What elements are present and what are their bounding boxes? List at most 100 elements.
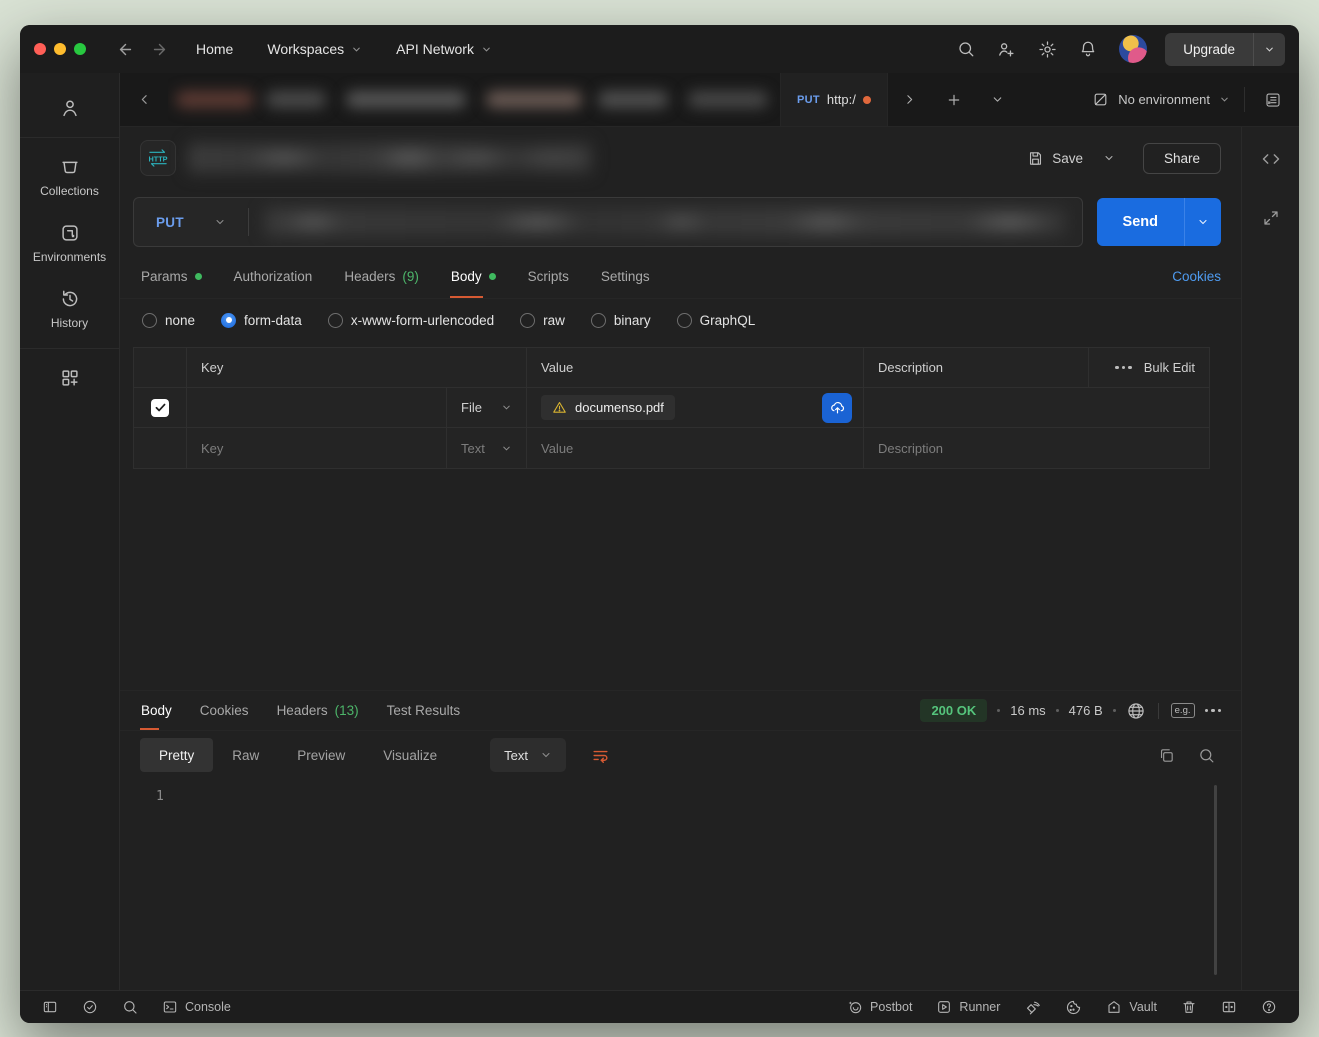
send-options-chevron-icon[interactable]: [1184, 198, 1221, 246]
blurred-request-name[interactable]: [188, 143, 591, 173]
forward-icon[interactable]: [142, 34, 176, 64]
settings-gear-icon[interactable]: [1038, 40, 1057, 59]
sidebar-item-profile[interactable]: [27, 85, 113, 131]
new-tab-plus-icon[interactable]: [932, 73, 976, 126]
select-all-cell[interactable]: [134, 348, 187, 387]
response-section: Body Cookies Headers (13) Test Results 2…: [120, 690, 1241, 990]
cookies-icon[interactable]: [1057, 991, 1090, 1023]
column-options-icon[interactable]: [1115, 366, 1132, 370]
nav-api-network[interactable]: API Network: [396, 41, 492, 57]
radio-x-www-form-urlencoded[interactable]: x-www-form-urlencoded: [328, 313, 494, 328]
key-input-cell[interactable]: Key: [187, 428, 447, 468]
search-icon[interactable]: [957, 40, 975, 58]
send-label: Send: [1123, 214, 1158, 230]
find-icon[interactable]: [114, 991, 146, 1023]
upgrade-dropdown-button[interactable]: [1253, 33, 1285, 66]
sidebar-item-environments[interactable]: Environments: [27, 210, 113, 276]
environment-selector[interactable]: No environment: [1080, 73, 1242, 126]
upgrade-button[interactable]: Upgrade: [1165, 33, 1253, 66]
active-request-tab[interactable]: PUT http:/: [780, 73, 888, 126]
console-button[interactable]: Console: [154, 991, 239, 1023]
response-tab-test-results[interactable]: Test Results: [386, 691, 462, 730]
tab-options-chevron-icon[interactable]: [976, 73, 1020, 126]
code-snippet-icon[interactable]: [1261, 149, 1281, 169]
runner-label: Runner: [959, 1000, 1000, 1014]
tab-settings[interactable]: Settings: [600, 255, 651, 298]
response-tab-body[interactable]: Body: [140, 691, 173, 730]
view-raw-button[interactable]: Raw: [213, 738, 278, 772]
tab-headers[interactable]: Headers (9): [343, 255, 420, 298]
tab-scripts[interactable]: Scripts: [527, 255, 570, 298]
blurred-url-input[interactable]: [265, 208, 1066, 236]
row-checkbox-checked[interactable]: [151, 399, 169, 417]
radio-none[interactable]: none: [142, 313, 195, 328]
wrap-text-icon[interactable]: [584, 738, 618, 772]
tab-authorization[interactable]: Authorization: [233, 255, 314, 298]
toggle-sidebar-icon[interactable]: [34, 991, 66, 1023]
back-icon[interactable]: [108, 34, 142, 64]
radio-binary[interactable]: binary: [591, 313, 651, 328]
nav-workspaces[interactable]: Workspaces: [267, 41, 362, 57]
save-as-example-icon[interactable]: e.g.: [1171, 703, 1195, 718]
radio-form-data[interactable]: form-data: [221, 313, 302, 328]
notifications-bell-icon[interactable]: [1079, 40, 1097, 58]
response-scrollbar[interactable]: [1214, 785, 1217, 975]
response-tab-cookies[interactable]: Cookies: [199, 691, 250, 730]
user-avatar[interactable]: [1119, 35, 1147, 63]
view-visualize-button[interactable]: Visualize: [364, 738, 456, 772]
blurred-tabs[interactable]: [168, 73, 780, 126]
cookies-link[interactable]: Cookies: [1172, 255, 1221, 298]
environment-quick-look-icon[interactable]: [1247, 73, 1299, 126]
method-selector[interactable]: PUT: [134, 215, 248, 230]
response-more-options-icon[interactable]: [1205, 709, 1222, 713]
view-pretty-button[interactable]: Pretty: [140, 738, 213, 772]
type-dropdown-text[interactable]: Text: [447, 428, 527, 468]
value-input-cell[interactable]: Value: [527, 428, 864, 468]
tabs-scroll-right-icon[interactable]: [888, 73, 932, 126]
save-options-chevron-icon[interactable]: [1097, 145, 1121, 171]
close-window-button[interactable]: [34, 43, 46, 55]
type-dropdown-file[interactable]: File: [447, 388, 527, 427]
row-checkbox-empty-cell[interactable]: [134, 428, 187, 468]
view-preview-button[interactable]: Preview: [278, 738, 364, 772]
copy-response-icon[interactable]: [1151, 740, 1181, 770]
upload-file-button[interactable]: [822, 393, 852, 423]
trash-icon[interactable]: [1173, 991, 1205, 1023]
status-check-icon[interactable]: [74, 991, 106, 1023]
share-button[interactable]: Share: [1143, 143, 1221, 174]
postbot-button[interactable]: Postbot: [839, 991, 920, 1023]
invite-user-icon[interactable]: [997, 40, 1016, 59]
bulk-edit-button[interactable]: Bulk Edit: [1144, 360, 1195, 375]
network-globe-icon[interactable]: [1126, 701, 1146, 721]
expand-panel-icon[interactable]: [1262, 209, 1280, 227]
radio-graphql[interactable]: GraphQL: [677, 313, 756, 328]
description-input-cell[interactable]: [864, 388, 1209, 427]
response-body-editor[interactable]: 1: [120, 779, 1241, 990]
sidebar-item-collections[interactable]: Collections: [27, 144, 113, 210]
status-badge[interactable]: 200 OK: [920, 699, 987, 722]
tab-params[interactable]: Params: [140, 255, 203, 298]
vault-button[interactable]: Vault: [1098, 991, 1165, 1023]
sidebar-item-more-tools[interactable]: [27, 355, 113, 401]
capture-requests-icon[interactable]: [1016, 991, 1049, 1023]
key-input-cell[interactable]: [187, 388, 447, 427]
response-size[interactable]: 476 B: [1069, 703, 1103, 718]
save-button[interactable]: Save: [1017, 143, 1093, 174]
search-response-icon[interactable]: [1191, 740, 1221, 770]
sidebar-item-history[interactable]: History: [27, 276, 113, 342]
radio-raw[interactable]: raw: [520, 313, 565, 328]
description-input-cell[interactable]: Description: [864, 428, 1209, 468]
help-icon[interactable]: [1253, 991, 1285, 1023]
zoom-window-button[interactable]: [74, 43, 86, 55]
response-time[interactable]: 16 ms: [1010, 703, 1045, 718]
selected-file-chip[interactable]: documenso.pdf: [541, 395, 675, 420]
two-pane-layout-icon[interactable]: [1213, 991, 1245, 1023]
minimize-window-button[interactable]: [54, 43, 66, 55]
send-button[interactable]: Send: [1097, 198, 1184, 246]
runner-button[interactable]: Runner: [928, 991, 1008, 1023]
response-format-dropdown[interactable]: Text: [490, 738, 566, 772]
nav-home[interactable]: Home: [196, 41, 233, 57]
response-tab-headers[interactable]: Headers (13): [276, 691, 360, 730]
tab-body[interactable]: Body: [450, 255, 497, 298]
tabs-scroll-left-icon[interactable]: [120, 73, 168, 126]
